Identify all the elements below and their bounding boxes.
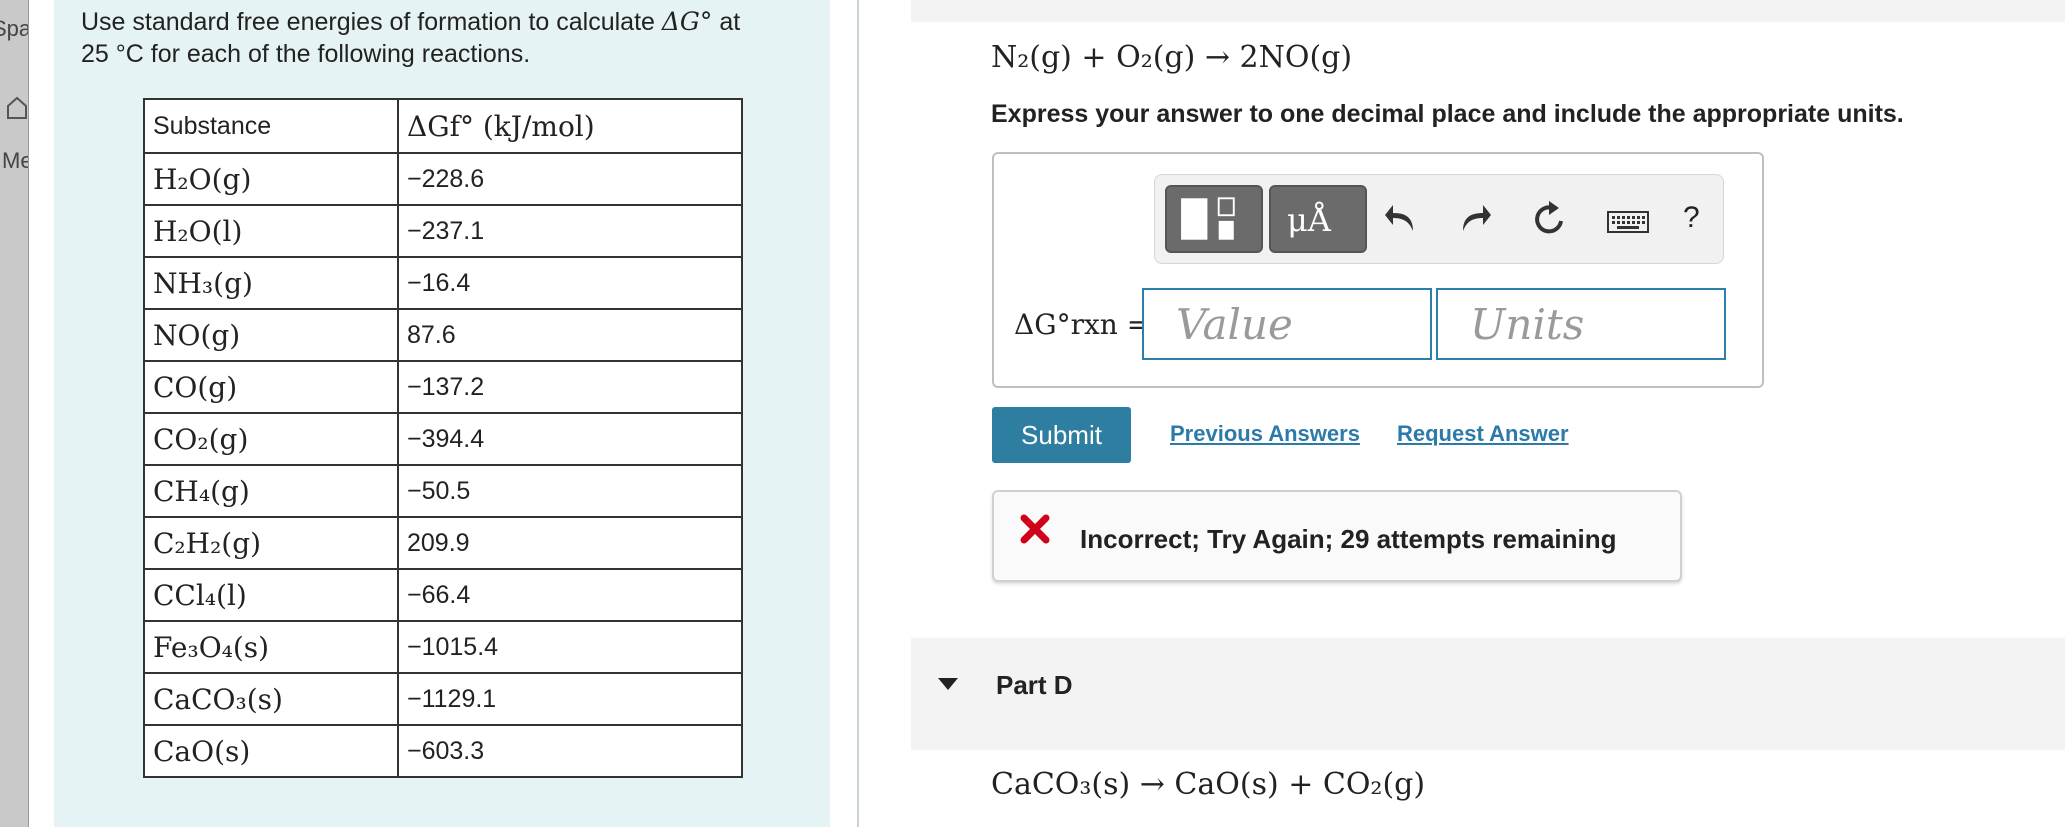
table-row: CO₂(g) −394.4 — [143, 412, 743, 466]
delta-g-cell: −1129.1 — [397, 672, 743, 726]
request-answer-link[interactable]: Request Answer — [1397, 421, 1569, 447]
math-toolbar: μÅ ? — [1154, 174, 1724, 264]
incorrect-x-icon — [1020, 514, 1050, 544]
part-d-reaction: CaCO₃(s) → CaO(s) + CO₂(g) — [991, 767, 1426, 802]
delta-g-cell: −137.2 — [397, 360, 743, 414]
substance-cell: C₂H₂(g) — [143, 516, 399, 570]
substance-cell: Fe₃O₄(s) — [143, 620, 399, 674]
delta-g-cell: −50.5 — [397, 464, 743, 518]
answer-box: μÅ ? ΔG°rxn = Value Units — [992, 152, 1764, 388]
help-button[interactable]: ? — [1683, 201, 1700, 235]
substance-cell: CaCO₃(s) — [143, 672, 399, 726]
intro-line2: 25 °C for each of the following reaction… — [81, 40, 531, 68]
part-d-header[interactable] — [911, 638, 2065, 750]
part-c-instruction: Express your answer to one decimal place… — [991, 100, 1904, 128]
table-row: CaCO₃(s) −1129.1 — [143, 672, 743, 726]
delta-g-cell: 209.9 — [397, 516, 743, 570]
sidebar-fragment-top: Spa — [0, 16, 29, 41]
delta-g-cell: 87.6 — [397, 308, 743, 362]
substance-cell: NH₃(g) — [143, 256, 399, 310]
undo-icon[interactable] — [1383, 199, 1419, 239]
templates-button[interactable] — [1165, 185, 1263, 253]
panel-divider — [857, 0, 859, 827]
value-input[interactable]: Value — [1142, 288, 1432, 360]
header-delta-g: ΔGf° (kJ/mol) — [397, 98, 743, 154]
part-c-header — [911, 0, 2065, 22]
intro-math: ΔG° — [661, 7, 713, 36]
intro-line1-end: at — [712, 8, 741, 36]
submit-button[interactable]: Submit — [992, 407, 1131, 463]
substance-cell: NO(g) — [143, 308, 399, 362]
sidebar-fragment-mid: Me — [2, 148, 28, 173]
delta-g-cell: −228.6 — [397, 152, 743, 206]
caret-down-icon[interactable] — [937, 677, 959, 691]
free-energy-table: Substance ΔGf° (kJ/mol) H₂O(g) −228.6 H₂O(… — [143, 98, 743, 778]
units-symbols-button[interactable]: μÅ — [1269, 185, 1367, 253]
substance-cell: CO₂(g) — [143, 412, 399, 466]
fraction-template-icon — [1181, 197, 1235, 240]
delta-g-cell: −1015.4 — [397, 620, 743, 674]
part-c-reaction: N₂(g) + O₂(g) → 2NO(g) — [991, 40, 1353, 75]
substance-cell: CaO(s) — [143, 724, 399, 778]
delta-g-cell: −603.3 — [397, 724, 743, 778]
table-header-row: Substance ΔGf° (kJ/mol) — [143, 98, 743, 154]
table-row: C₂H₂(g) 209.9 — [143, 516, 743, 570]
substance-cell: CO(g) — [143, 360, 399, 414]
units-input[interactable]: Units — [1436, 288, 1726, 360]
table-row: CH₄(g) −50.5 — [143, 464, 743, 518]
delta-g-cell: −66.4 — [397, 568, 743, 622]
header-substance: Substance — [143, 98, 399, 154]
delta-g-cell: −394.4 — [397, 412, 743, 466]
table-row: NO(g) 87.6 — [143, 308, 743, 362]
intro-line1: Use standard free energies of formation … — [81, 8, 662, 36]
redo-icon[interactable] — [1457, 199, 1493, 239]
info-panel: Use standard free energies of formation … — [54, 0, 830, 827]
units-symbol-label: μÅ — [1287, 201, 1331, 239]
table-row: H₂O(g) −228.6 — [143, 152, 743, 206]
table-row: NH₃(g) −16.4 — [143, 256, 743, 310]
left-sidebar-strip[interactable]: Spa Me — [0, 0, 29, 827]
feedback-message-box: Incorrect; Try Again; 29 attempts remain… — [992, 490, 1682, 582]
feedback-text: Incorrect; Try Again; 29 attempts remain… — [1080, 524, 1617, 554]
previous-answers-link[interactable]: Previous Answers — [1170, 421, 1360, 447]
table-row: CaO(s) −603.3 — [143, 724, 743, 778]
substance-cell: CCl₄(l) — [143, 568, 399, 622]
keyboard-icon[interactable] — [1607, 211, 1649, 233]
reset-icon[interactable] — [1531, 199, 1569, 239]
table-row: Fe₃O₄(s) −1015.4 — [143, 620, 743, 674]
substance-cell: H₂O(g) — [143, 152, 399, 206]
table-row: CCl₄(l) −66.4 — [143, 568, 743, 622]
delta-g-cell: −237.1 — [397, 204, 743, 258]
home-icon[interactable] — [6, 96, 28, 120]
table-row: CO(g) −137.2 — [143, 360, 743, 414]
delta-g-cell: −16.4 — [397, 256, 743, 310]
table-body: H₂O(g) −228.6 H₂O(l) −237.1 NH₃(g) −16.4 NO(g)… — [143, 152, 743, 778]
part-d-title[interactable]: Part D — [996, 670, 1073, 701]
answer-label: ΔG°rxn = — [1014, 308, 1151, 341]
intro-text: Use standard free energies of formation … — [81, 6, 821, 70]
substance-cell: CH₄(g) — [143, 464, 399, 518]
table-row: H₂O(l) −237.1 — [143, 204, 743, 258]
substance-cell: H₂O(l) — [143, 204, 399, 258]
